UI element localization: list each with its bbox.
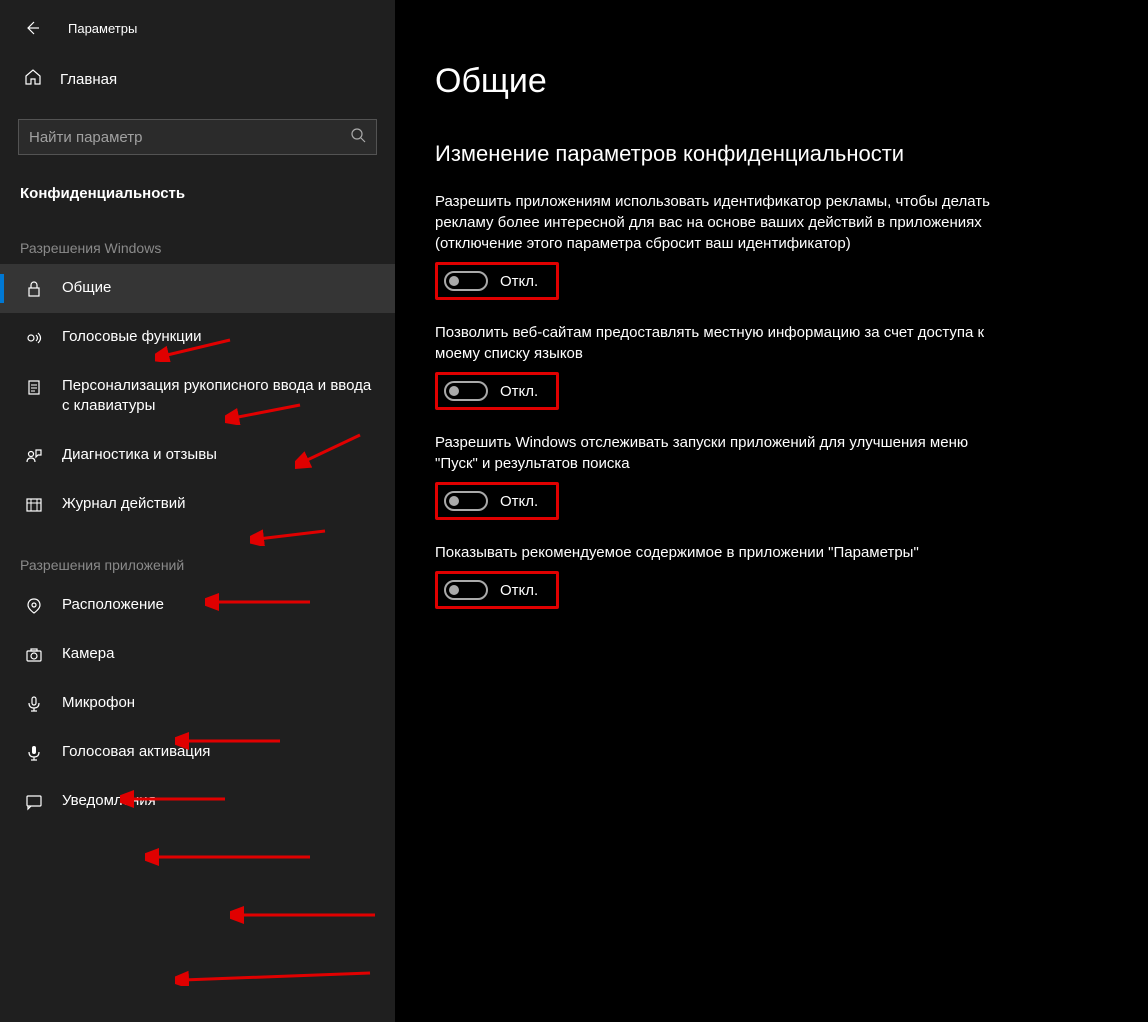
annotation-highlight: Откл. (435, 262, 559, 300)
clipboard-icon (24, 377, 44, 397)
toggle-state-label: Откл. (500, 493, 538, 510)
history-icon (24, 495, 44, 515)
setting-language-list: Позволить веб-сайтам предоставлять местн… (435, 322, 995, 410)
annotation-arrow (145, 848, 315, 866)
nav-item-microphone[interactable]: Микрофон (0, 679, 395, 728)
microphone-icon (24, 694, 44, 714)
search-input[interactable] (29, 129, 350, 146)
toggle-switch[interactable] (444, 381, 488, 401)
nav-label: Голосовые функции (62, 327, 202, 347)
nav-label: Общие (62, 278, 111, 298)
annotation-highlight: Откл. (435, 372, 559, 410)
annotation-highlight: Откл. (435, 571, 559, 609)
setting-desc: Позволить веб-сайтам предоставлять местн… (435, 322, 995, 364)
voice-icon (24, 328, 44, 348)
camera-icon (24, 645, 44, 665)
app-title: Параметры (68, 21, 137, 36)
nav-label: Камера (62, 644, 114, 664)
home-icon (24, 68, 42, 91)
page-heading: Общие (435, 62, 1108, 101)
nav-label: Персонализация рукописного ввода и ввода… (62, 376, 375, 417)
nav-label: Микрофон (62, 693, 135, 713)
toggle-switch[interactable] (444, 271, 488, 291)
annotation-arrow (175, 968, 375, 986)
notification-icon (24, 792, 44, 812)
location-icon (24, 596, 44, 616)
nav-label: Расположение (62, 595, 164, 615)
sidebar: Параметры Главная Конфиденциальность Раз… (0, 0, 395, 1022)
toggle-switch[interactable] (444, 580, 488, 600)
home-nav[interactable]: Главная (0, 56, 395, 101)
setting-desc: Разрешить Windows отслеживать запуски пр… (435, 432, 995, 474)
setting-suggested-content: Показывать рекомендуемое содержимое в пр… (435, 542, 995, 609)
search-icon (350, 127, 366, 148)
content-area: Общие Изменение параметров конфиденциаль… (395, 0, 1148, 1022)
nav-item-diagnostics[interactable]: Диагностика и отзывы (0, 431, 395, 480)
voice-activate-icon (24, 743, 44, 763)
nav-item-camera[interactable]: Камера (0, 630, 395, 679)
nav-item-location[interactable]: Расположение (0, 581, 395, 630)
toggle-state-label: Откл. (500, 383, 538, 400)
titlebar: Параметры (0, 0, 395, 56)
setting-desc: Показывать рекомендуемое содержимое в пр… (435, 542, 995, 563)
sub-heading: Изменение параметров конфиденциальности (435, 141, 1108, 167)
nav-label: Голосовая активация (62, 742, 210, 762)
annotation-highlight: Откл. (435, 482, 559, 520)
home-label: Главная (60, 71, 117, 88)
annotation-arrow (230, 906, 380, 924)
back-button[interactable] (22, 18, 42, 38)
arrow-left-icon (24, 20, 40, 36)
nav-label: Журнал действий (62, 494, 185, 514)
setting-advertising-id: Разрешить приложениям использовать идент… (435, 191, 995, 300)
lock-icon (24, 279, 44, 299)
setting-desc: Разрешить приложениям использовать идент… (435, 191, 995, 254)
toggle-state-label: Откл. (500, 273, 538, 290)
nav-label: Диагностика и отзывы (62, 445, 217, 465)
nav-item-voice[interactable]: Голосовые функции (0, 313, 395, 362)
group-app-permissions: Разрешения приложений (0, 529, 395, 581)
toggle-switch[interactable] (444, 491, 488, 511)
nav-item-inking[interactable]: Персонализация рукописного ввода и ввода… (0, 362, 395, 431)
nav-item-activity-history[interactable]: Журнал действий (0, 480, 395, 529)
section-title: Конфиденциальность (0, 155, 395, 212)
setting-app-launches: Разрешить Windows отслеживать запуски пр… (435, 432, 995, 520)
nav-item-general[interactable]: Общие (0, 264, 395, 313)
group-windows-permissions: Разрешения Windows (0, 212, 395, 264)
feedback-icon (24, 446, 44, 466)
search-box[interactable] (18, 119, 377, 155)
toggle-state-label: Откл. (500, 582, 538, 599)
nav-item-notifications[interactable]: Уведомления (0, 777, 395, 826)
nav-label: Уведомления (62, 791, 156, 811)
nav-item-voice-activation[interactable]: Голосовая активация (0, 728, 395, 777)
